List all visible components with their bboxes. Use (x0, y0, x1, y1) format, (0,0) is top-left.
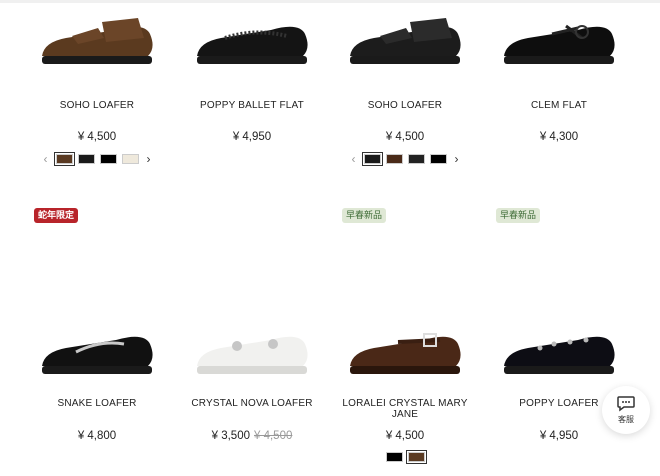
chevron-right-icon[interactable]: › (452, 152, 462, 166)
current-price: ¥ 4,500 (385, 430, 425, 442)
original-price: ¥ 4,500 (254, 430, 293, 442)
product-card[interactable]: SNAKE LOAFER ¥ 4,800 (20, 230, 174, 468)
product-card[interactable]: SOHO LOAFER ¥ 4,500 ‹ › (20, 0, 174, 238)
product-badge: 早春新品 (496, 208, 541, 223)
current-price: ¥ 3,500 (211, 430, 250, 442)
color-swatch[interactable] (429, 154, 447, 164)
product-price: ¥ 4,950 (175, 131, 329, 143)
color-swatch[interactable] (77, 154, 95, 164)
color-swatch[interactable] (53, 152, 75, 166)
product-price: ¥ 4,300 (482, 131, 636, 143)
product-name[interactable]: SOHO LOAFER (20, 100, 174, 111)
product-badge: 早春新品 (342, 208, 387, 223)
product-image[interactable] (328, 8, 482, 78)
product-card[interactable]: LORALEI CRYSTAL MARY JANE ¥ 4,500 (328, 230, 482, 468)
product-card[interactable]: CRYSTAL NOVA LOAFER ¥ 3,500 ¥ 4,500 (175, 230, 329, 468)
color-swatches: ‹ › (20, 152, 174, 166)
product-image[interactable] (20, 318, 174, 388)
color-swatch[interactable] (405, 450, 427, 464)
product-price: ¥ 4,500 (20, 131, 174, 143)
color-swatch[interactable] (407, 154, 425, 164)
current-price: ¥ 4,300 (539, 131, 579, 143)
product-name[interactable]: SNAKE LOAFER (20, 398, 174, 409)
product-image[interactable] (328, 318, 482, 388)
product-card[interactable]: CLEM FLAT ¥ 4,300 (482, 0, 636, 238)
product-image[interactable] (20, 8, 174, 78)
product-price: ¥ 4,800 (20, 430, 174, 442)
product-image[interactable] (482, 318, 636, 388)
product-price: ¥ 4,500 (328, 430, 482, 442)
product-image[interactable] (175, 318, 329, 388)
color-swatches (328, 450, 482, 464)
product-name[interactable]: POPPY BALLET FLAT (175, 100, 329, 111)
product-badge: 蛇年限定 (34, 208, 79, 223)
chevron-left-icon[interactable]: ‹ (349, 152, 359, 166)
product-card[interactable]: POPPY BALLET FLAT ¥ 4,950 (175, 0, 329, 238)
current-price: ¥ 4,950 (232, 131, 272, 143)
product-name[interactable]: LORALEI CRYSTAL MARY JANE (328, 398, 482, 420)
customer-service-button[interactable]: 客服 (602, 386, 650, 434)
current-price: ¥ 4,800 (77, 430, 117, 442)
chevron-right-icon[interactable]: › (144, 152, 154, 166)
product-name[interactable]: CRYSTAL NOVA LOAFER (175, 398, 329, 409)
color-swatch[interactable] (99, 154, 117, 164)
color-swatch[interactable] (121, 154, 139, 164)
color-swatch[interactable] (361, 152, 383, 166)
chat-bubble-icon (617, 395, 635, 411)
color-swatches: ‹ › (328, 152, 482, 166)
current-price: ¥ 4,950 (539, 430, 579, 442)
product-image[interactable] (175, 8, 329, 78)
product-name[interactable]: SOHO LOAFER (328, 100, 482, 111)
customer-service-label: 客服 (618, 414, 634, 424)
product-price: ¥ 4,500 (328, 131, 482, 143)
chevron-left-icon[interactable]: ‹ (41, 152, 51, 166)
product-price: ¥ 4,950 (482, 430, 636, 442)
product-card[interactable]: SOHO LOAFER ¥ 4,500 ‹ › (328, 0, 482, 238)
current-price: ¥ 4,500 (77, 131, 117, 143)
product-price: ¥ 3,500 ¥ 4,500 (175, 430, 329, 442)
current-price: ¥ 4,500 (385, 131, 425, 143)
product-grid: SOHO LOAFER ¥ 4,500 ‹ › POPPY BALLET FLAT ¥ 4… (0, 0, 660, 476)
color-swatch[interactable] (385, 154, 403, 164)
product-image[interactable] (482, 8, 636, 78)
product-card[interactable]: POPPY LOAFER ¥ 4,950 (482, 230, 636, 468)
product-name[interactable]: CLEM FLAT (482, 100, 636, 111)
color-swatch[interactable] (385, 452, 403, 462)
